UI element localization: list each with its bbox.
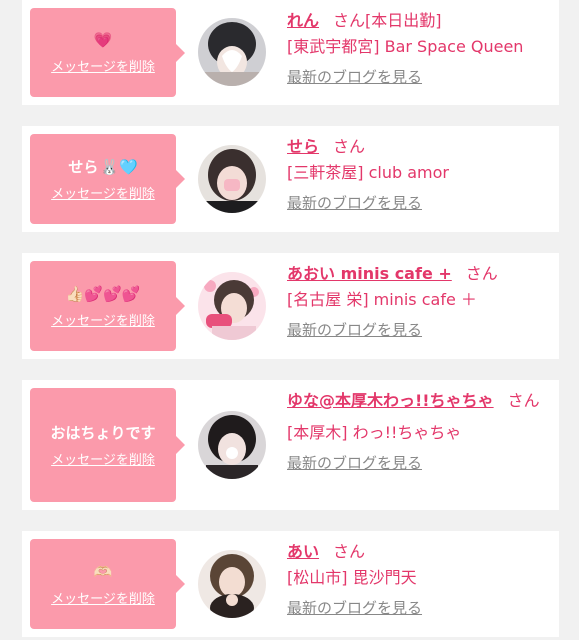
message-card: 💗 メッセージを削除 れん さん[本日出勤] [東武宇都宮] Bar Space … [22, 0, 559, 105]
latest-blog-link[interactable]: 最新のブログを見る [287, 452, 422, 473]
latest-blog-link[interactable]: 最新のブログを見る [287, 192, 422, 213]
member-info: ゆな@本厚木わっ!!ちゃちゃ さん [本厚木] わっ!!ちゃちゃ 最新のブログを見… [287, 390, 547, 473]
message-emoji: 🐰🩵 [100, 157, 138, 176]
name-line: あおい minis cafe + さん [287, 263, 547, 285]
message-card: おはちょりです メッセージを削除 ゆな@本厚木わっ!!ちゃちゃ さん [本厚木] … [22, 380, 559, 510]
message-text: 💗 [94, 30, 113, 50]
delete-message-button[interactable]: メッセージを削除 [51, 588, 155, 607]
message-text: せら 🐰🩵 [68, 157, 137, 177]
message-text-label: おはちょりです [50, 423, 156, 442]
shop-name: Bar Space Queen [384, 37, 524, 56]
member-name-link[interactable]: あおい minis cafe + [287, 264, 452, 283]
message-text: 🫶🏻 [94, 562, 113, 582]
area-label: [三軒茶屋] [287, 163, 364, 182]
latest-blog-link[interactable]: 最新のブログを見る [287, 597, 422, 618]
name-line: せら さん [287, 136, 547, 158]
message-card: 🫶🏻 メッセージを削除 あい さん [松山市] 毘沙門天 最新のブログを見る [22, 531, 559, 637]
status-tag: [本日出勤] [365, 11, 442, 30]
member-name-link[interactable]: あい [287, 542, 319, 561]
message-card: 👍🏻💕💕💕 メッセージを削除 あおい minis cafe + さん [名古屋 栄… [22, 253, 559, 359]
delete-message-button[interactable]: メッセージを削除 [51, 310, 155, 329]
avatar[interactable] [198, 18, 266, 86]
member-info: あおい minis cafe + さん [名古屋 栄] minis cafe ＋ … [287, 263, 547, 340]
shop-name: club amor [368, 163, 449, 182]
member-name-link[interactable]: せら [287, 137, 319, 156]
message-bubble: 👍🏻💕💕💕 メッセージを削除 [30, 261, 185, 351]
shop-line: [本厚木] わっ!!ちゃちゃ [287, 422, 547, 444]
avatar[interactable] [198, 145, 266, 213]
name-line: れん さん[本日出勤] [287, 10, 547, 32]
message-text: 👍🏻💕💕💕 [66, 284, 141, 304]
san-label: さん [333, 11, 366, 30]
san-label: さん [333, 137, 366, 156]
member-name-link[interactable]: ゆな@本厚木わっ!!ちゃちゃ [287, 391, 494, 410]
message-bubble: おはちょりです メッセージを削除 [30, 388, 185, 502]
message-bubble: 🫶🏻 メッセージを削除 [30, 539, 185, 629]
message-emoji: 👍🏻💕💕💕 [65, 284, 141, 303]
shop-line: [東武宇都宮] Bar Space Queen [287, 36, 547, 58]
delete-message-button[interactable]: メッセージを削除 [51, 56, 155, 75]
shop-line: [名古屋 栄] minis cafe ＋ [287, 289, 547, 311]
area-label: [名古屋 栄] [287, 290, 369, 309]
message-emoji: 💗 [93, 31, 113, 49]
san-label: さん [507, 391, 540, 410]
name-line: ゆな@本厚木わっ!!ちゃちゃ さん [287, 390, 547, 412]
area-label: [本厚木] [287, 423, 348, 442]
member-info: せら さん [三軒茶屋] club amor 最新のブログを見る [287, 136, 547, 213]
san-label: さん [333, 542, 366, 561]
member-info: あい さん [松山市] 毘沙門天 最新のブログを見る [287, 541, 547, 618]
avatar[interactable] [198, 411, 266, 479]
message-card: せら 🐰🩵 メッセージを削除 せら さん [三軒茶屋] club amor 最新の [22, 126, 559, 232]
shop-line: [三軒茶屋] club amor [287, 162, 547, 184]
san-label: さん [465, 264, 498, 283]
member-name-link[interactable]: れん [287, 11, 319, 30]
member-info: れん さん[本日出勤] [東武宇都宮] Bar Space Queen 最新のブロ… [287, 10, 547, 87]
shop-name: わっ!!ちゃちゃ [352, 423, 462, 442]
avatar[interactable] [198, 550, 266, 618]
message-bubble: 💗 メッセージを削除 [30, 8, 185, 97]
area-label: [松山市] [287, 568, 348, 587]
name-line: あい さん [287, 541, 547, 563]
delete-message-button[interactable]: メッセージを削除 [51, 449, 155, 468]
latest-blog-link[interactable]: 最新のブログを見る [287, 66, 422, 87]
message-text: おはちょりです [50, 423, 155, 443]
delete-message-button[interactable]: メッセージを削除 [51, 183, 155, 202]
area-label: [東武宇都宮] [287, 37, 380, 56]
message-list: 💗 メッセージを削除 れん さん[本日出勤] [東武宇都宮] Bar Space … [0, 0, 579, 640]
message-bubble: せら 🐰🩵 メッセージを削除 [30, 134, 185, 224]
shop-name: minis cafe ＋ [373, 290, 477, 309]
latest-blog-link[interactable]: 最新のブログを見る [287, 319, 422, 340]
avatar[interactable] [198, 272, 266, 340]
shop-name: 毘沙門天 [352, 568, 417, 587]
message-emoji: 🫶🏻 [93, 562, 113, 581]
message-text-label: せら [68, 157, 99, 176]
shop-line: [松山市] 毘沙門天 [287, 567, 547, 589]
